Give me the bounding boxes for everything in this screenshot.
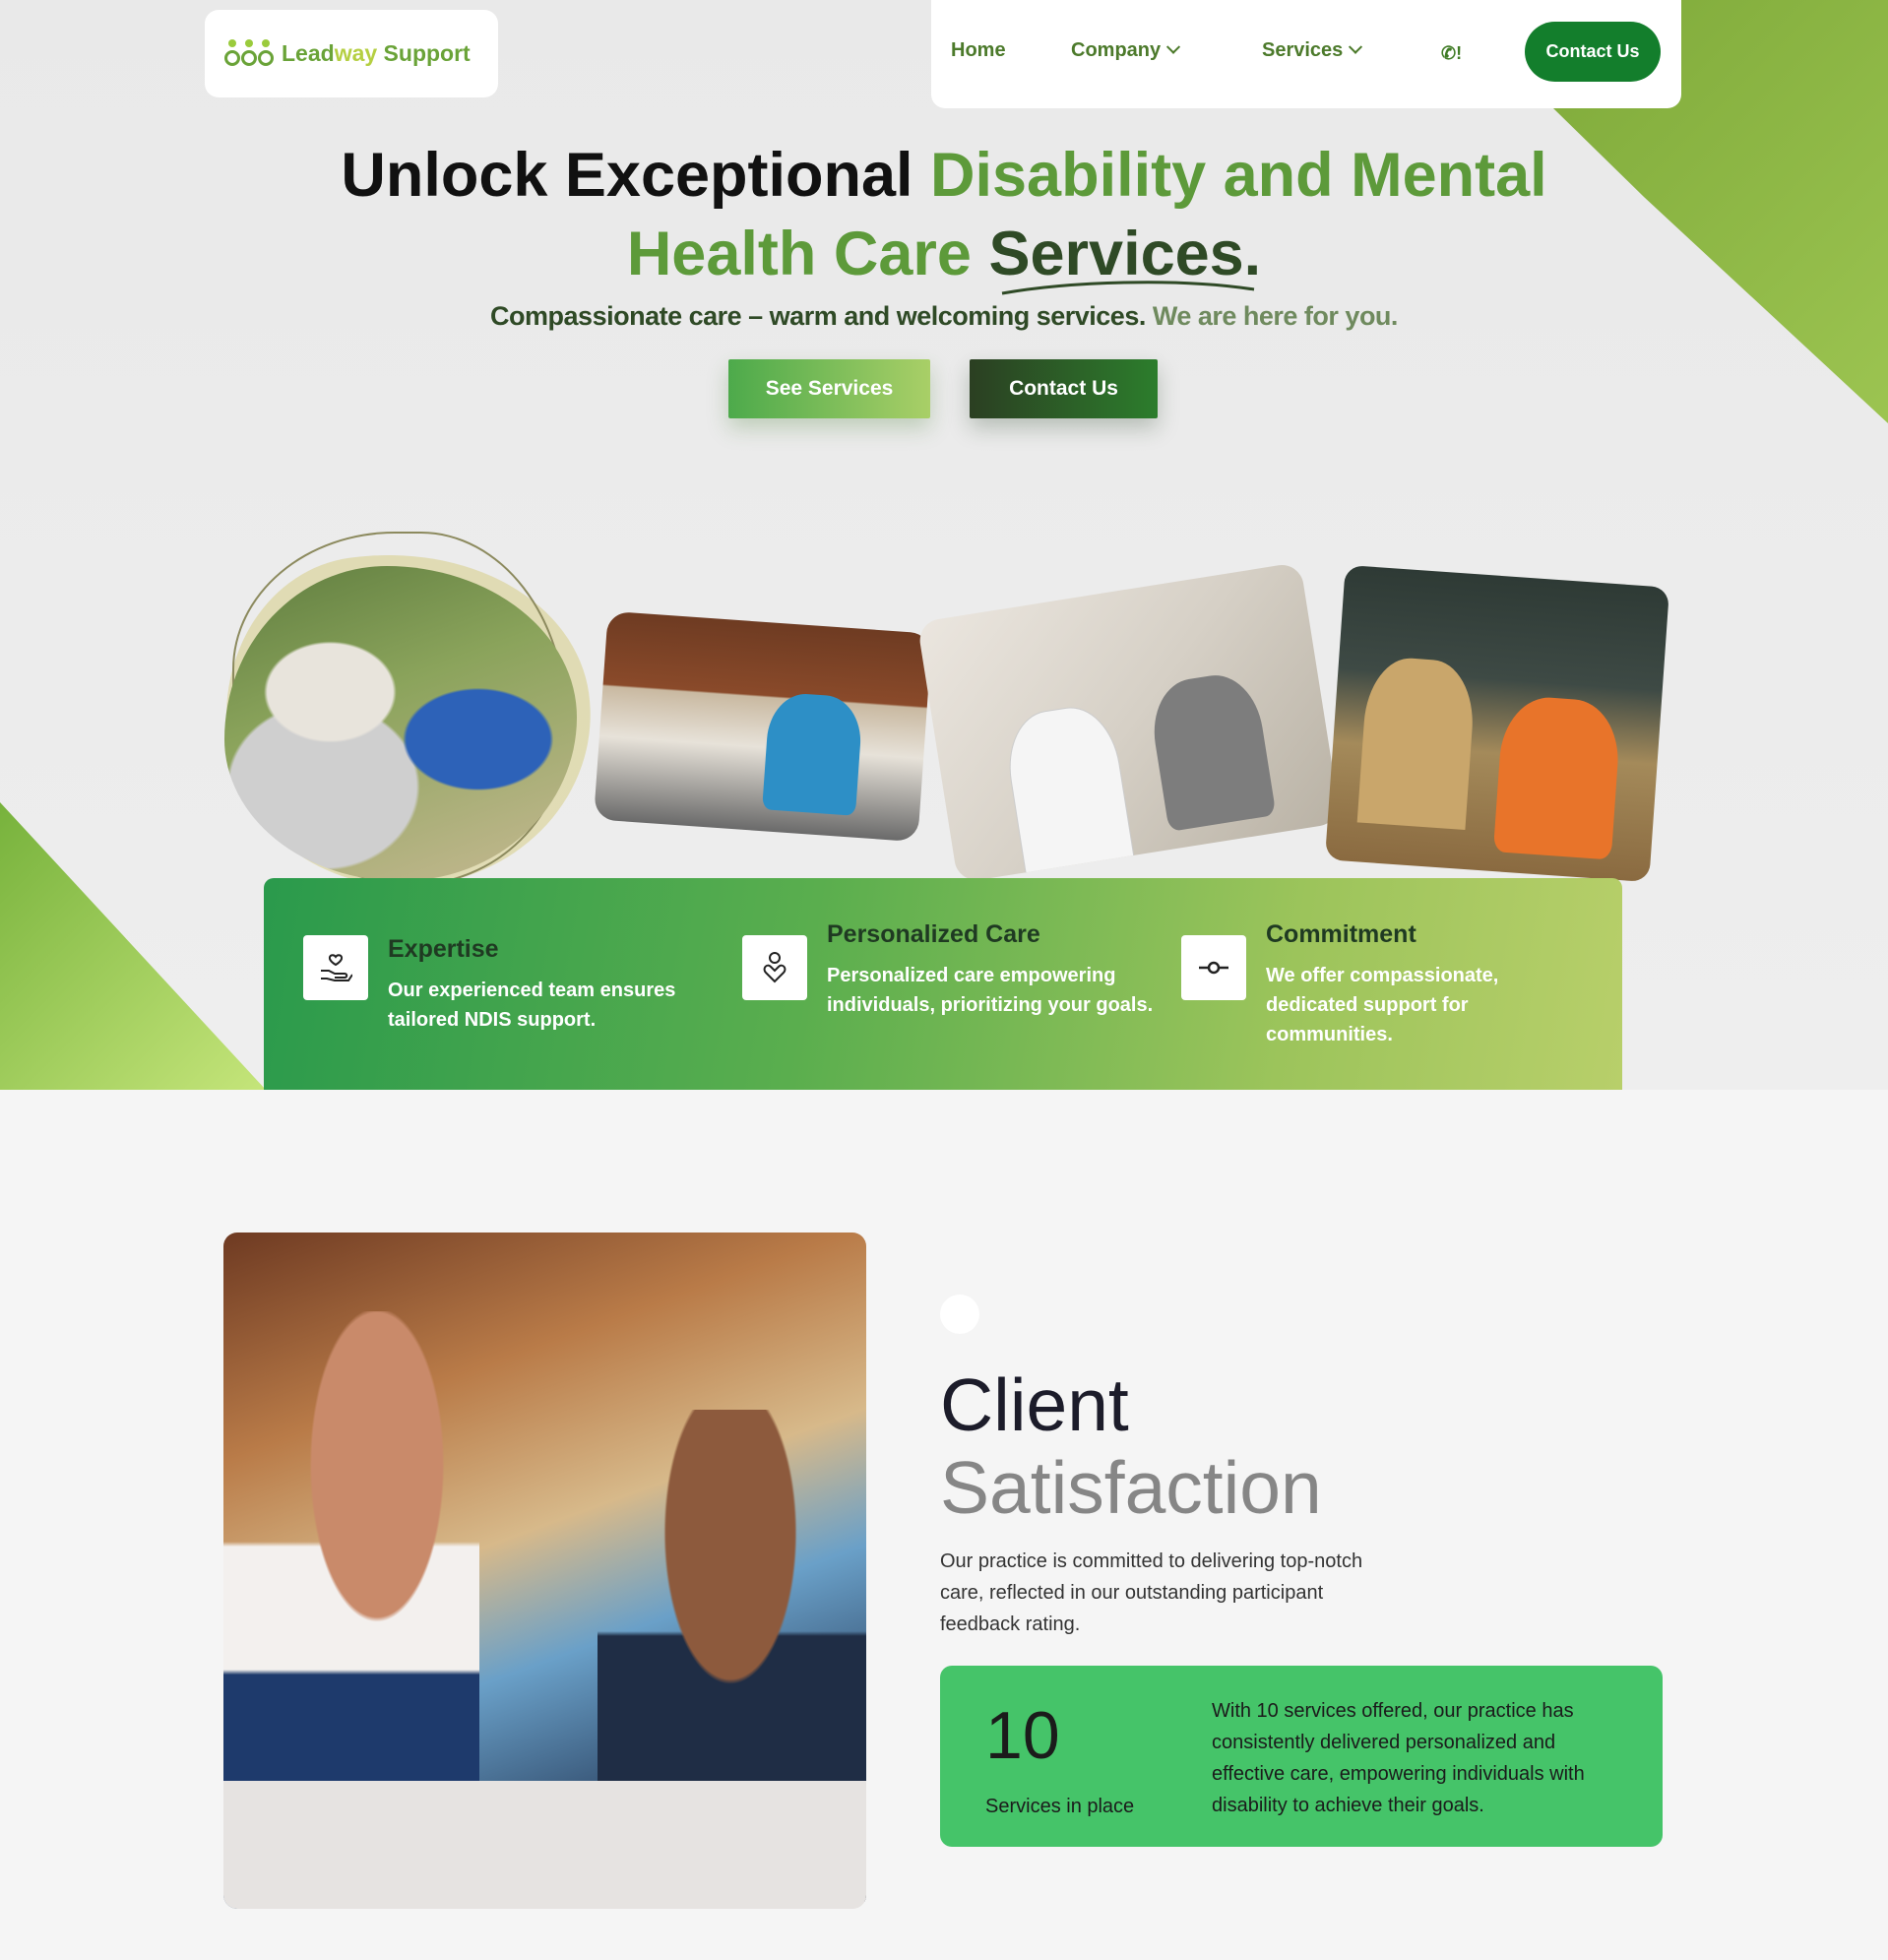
feature-desc: Personalized care empowering individuals… xyxy=(827,965,1154,1016)
hero-subtitle: Compassionate care – warm and welcoming … xyxy=(490,301,1398,331)
feature-desc: Our experienced team ensures tailored ND… xyxy=(388,980,676,1031)
commit-icon xyxy=(1181,935,1246,1000)
photo-therapy-session xyxy=(223,1233,866,1909)
features-strip: Expertise Our experienced team ensures t… xyxy=(264,878,1622,1090)
feature-desc: We offer compassionate, dedicated suppor… xyxy=(1266,965,1499,1045)
photo-high-five xyxy=(224,566,577,881)
logo-people-icon xyxy=(224,38,274,69)
feature-title: Commitment xyxy=(1266,920,1416,948)
feature-expertise: Expertise Our experienced team ensures t… xyxy=(303,935,717,1035)
photo-wheelchair-consult xyxy=(916,561,1342,884)
satisfaction-description: Our practice is committed to delivering … xyxy=(940,1550,1363,1635)
logo-text: Leadway Support xyxy=(282,40,471,66)
stat-label: Services in place xyxy=(985,1796,1135,1817)
logo[interactable]: Leadway Support xyxy=(205,10,498,97)
person-heart-icon xyxy=(742,935,807,1000)
stat-card: 10 Services in place With 10 services of… xyxy=(940,1666,1663,1847)
contact-us-button[interactable]: Contact Us xyxy=(970,359,1158,418)
phone-icon[interactable]: ✆! xyxy=(1441,43,1462,64)
feature-personalized-care: Personalized Care Personalized care empo… xyxy=(742,920,1156,1020)
hero-section: Leadway Support Home Company Services ✆!… xyxy=(0,0,1888,1090)
decor-dot xyxy=(940,1295,979,1334)
stat-text: With 10 services offered, our practice h… xyxy=(1212,1700,1585,1816)
decor-triangle-bottom-left xyxy=(0,802,266,1090)
nav-company[interactable]: Company xyxy=(1071,39,1181,62)
see-services-button[interactable]: See Services xyxy=(728,359,930,418)
nav-services[interactable]: Services xyxy=(1262,39,1363,62)
photo-cafe-barista xyxy=(1324,564,1670,883)
satisfaction-title: Client Satisfaction xyxy=(940,1363,1322,1529)
nav-home[interactable]: Home xyxy=(951,39,1006,62)
photo-kitchen xyxy=(594,610,932,843)
hand-heart-icon xyxy=(303,935,368,1000)
chevron-down-icon xyxy=(1349,39,1363,54)
title-underline-decor xyxy=(1001,281,1255,295)
feature-title: Expertise xyxy=(388,935,499,963)
stat-number: 10 xyxy=(985,1698,1060,1773)
chevron-down-icon xyxy=(1166,39,1181,54)
feature-commitment: Commitment We offer compassionate, dedic… xyxy=(1181,920,1595,1049)
hero-title: Unlock Exceptional Disability and Mental… xyxy=(341,141,1547,288)
nav-contact-button[interactable]: Contact Us xyxy=(1525,22,1661,82)
feature-title: Personalized Care xyxy=(827,920,1040,948)
